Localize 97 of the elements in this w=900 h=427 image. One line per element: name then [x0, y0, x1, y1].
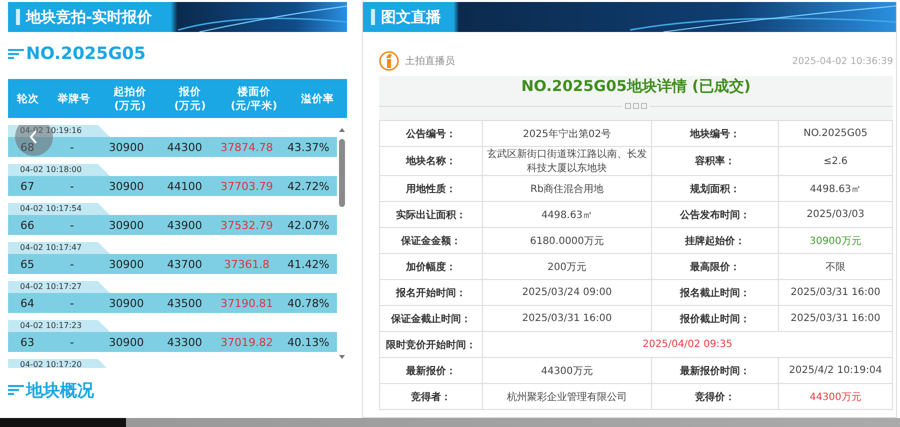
table-cell-text: 30900	[108, 296, 145, 310]
table-cell-text: 66	[19, 218, 36, 232]
field-label: 保证金截止时间：	[391, 314, 471, 324]
field-label: 规划面积：	[690, 184, 740, 194]
field-value: 2025/04/02 09:35	[642, 339, 732, 350]
table-cell-text: 30900	[108, 336, 145, 348]
field-value: 4498.63㎡	[810, 184, 862, 194]
table-cell-text: 37703.79	[220, 180, 274, 192]
table-cell-text: 43500	[166, 296, 204, 310]
field-value: 200万元	[547, 262, 587, 272]
field-label: 报名开始时间：	[396, 288, 466, 298]
table-cell-text: -	[69, 218, 76, 232]
table-cell-text: 37361.8	[223, 258, 270, 270]
field-value: 2025/4/2 10:19:04	[788, 365, 882, 376]
field-value: 2025/03/31 16:00	[790, 287, 880, 298]
table-cell-text: 30900	[108, 180, 145, 192]
field-value: 2025/03/31 16:00	[522, 313, 612, 324]
table-cell-text: 42.07%	[286, 218, 330, 232]
lines-icon	[8, 48, 24, 60]
column-header: 起拍价 (万元)	[112, 84, 148, 112]
field-value: 2025/03/03	[806, 209, 864, 220]
field-label: 地块名称：	[406, 156, 456, 167]
table-cell-text: 67	[19, 180, 36, 192]
scroll-up-icon[interactable]	[338, 127, 346, 133]
table-cell-text: 44100	[166, 180, 204, 192]
table-cell-text: 37019.82	[220, 336, 274, 348]
table-cell-text: 42.72%	[286, 180, 330, 192]
table-cell-text: 40.13%	[286, 336, 330, 348]
field-value: 不限	[826, 262, 846, 272]
field-value: 4498.63㎡	[541, 210, 593, 220]
table-cell-text: 30900	[108, 218, 145, 232]
column-header: 轮次	[16, 92, 40, 106]
table-cell-text: 68	[19, 140, 36, 154]
lot-number-title: NO.2025G05	[26, 44, 146, 64]
lines-icon	[8, 384, 24, 396]
field-value: 6180.0000万元	[530, 236, 604, 246]
field-label: 最新报价：	[406, 366, 456, 376]
table-cell-text: 43900	[166, 218, 204, 232]
field-label: 最高限价：	[690, 262, 740, 272]
table-cell-text: 44300	[166, 140, 204, 154]
field-label: 挂牌起始价：	[685, 236, 745, 246]
field-label: 最新报价时间：	[680, 366, 750, 376]
section-header-title: 地块竞拍-实时报价	[26, 8, 152, 26]
column-header: 报价 (万元)	[173, 84, 207, 112]
field-value: 杭州聚彩企业管理有限公司	[507, 392, 627, 402]
field-label: 竞得者：	[411, 392, 451, 402]
field-value: 44300万元	[810, 392, 862, 402]
field-label: 实际出让面积：	[396, 210, 466, 220]
table-cell-text: 37190.81	[220, 296, 274, 310]
field-value: 44300万元	[541, 366, 593, 376]
field-value: 2025年宁出第02号	[522, 128, 612, 140]
table-cell-text: 40.78%	[286, 296, 330, 310]
field-value: 2025/03/31 16:00	[790, 313, 880, 324]
field-value: Rb商住混合用地	[530, 184, 604, 194]
table-cell-text: 30900	[108, 140, 145, 154]
table-cell-text: -	[69, 180, 76, 192]
post-title: NO.2025G05地块详情 (已成交)	[521, 77, 751, 95]
column-header: 溢价率	[300, 92, 335, 106]
torch-logo-icon	[379, 51, 399, 71]
table-cell-text: 43700	[166, 258, 204, 270]
table-cell-text: -	[69, 296, 76, 310]
table-cell-text: -	[69, 140, 76, 154]
field-label: 加价幅度：	[406, 262, 456, 272]
table-cell-text: 43.37%	[286, 140, 330, 154]
table-cell-text: 37532.79	[220, 218, 274, 232]
table-cell-text: -	[69, 258, 76, 270]
table-cell-text: 63	[19, 336, 36, 348]
field-value: ≤2.6	[823, 156, 848, 166]
field-label: 公告编号：	[406, 128, 456, 140]
table-cell-text: 64	[19, 296, 36, 310]
table-cell-text: 30900	[108, 258, 145, 270]
divider-ornament-icon	[622, 103, 650, 109]
field-label: 限时竞价开始时间：	[386, 340, 476, 350]
field-label: 容积率：	[695, 156, 735, 167]
table-cell-text: 43300	[166, 336, 204, 348]
field-label: 报价截止时间：	[680, 314, 750, 324]
author-name: 土拍直播员	[405, 54, 455, 68]
scroll-down-icon[interactable]	[338, 354, 346, 360]
table-cell-text: 65	[19, 258, 36, 270]
field-label: 用地性质：	[406, 184, 456, 194]
post-timestamp: 2025-04-02 10:36:39	[792, 56, 893, 66]
field-value: 玄武区新街口街道珠江路以南、长发科技大厦以东地块	[487, 149, 647, 174]
table-cell-text: 37874.78	[220, 140, 274, 154]
column-header: 举牌号	[56, 92, 92, 106]
field-label: 报名截止时间：	[680, 288, 750, 298]
section-title: 地块概况	[26, 380, 94, 402]
field-label: 竞得价：	[695, 392, 735, 402]
field-label: 地块编号：	[690, 128, 740, 140]
field-label: 保证金金额：	[401, 236, 461, 246]
field-label: 公告发布时间：	[680, 210, 750, 220]
table-cell-text: 41.42%	[286, 258, 330, 270]
field-value: 2025/03/24 09:00	[522, 287, 612, 298]
field-value: NO.2025G05	[803, 128, 868, 139]
field-value: 30900万元	[810, 236, 862, 246]
table-cell-text: -	[69, 336, 76, 348]
column-header: 楼面价 (元/平米)	[230, 84, 278, 112]
section-header-title: 图文直播	[381, 8, 441, 26]
